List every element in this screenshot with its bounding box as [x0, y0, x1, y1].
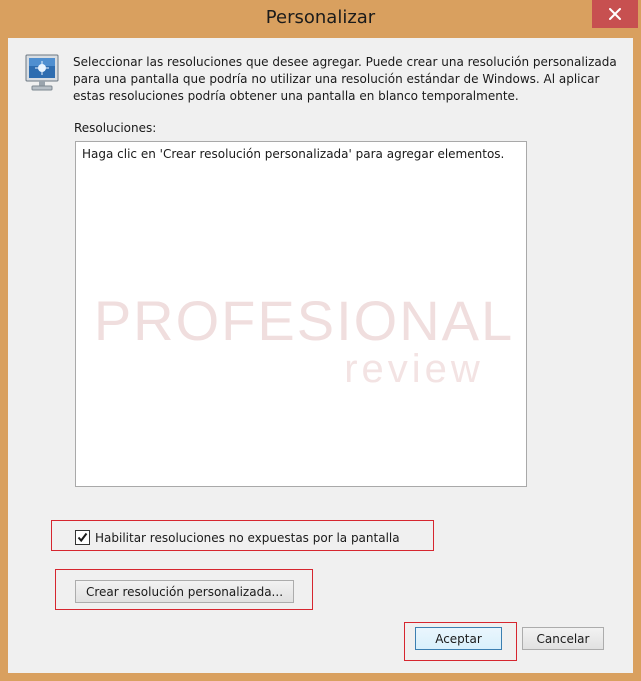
enable-unexposed-option[interactable]: Habilitar resoluciones no expuestas por … [75, 530, 400, 545]
description-line: Seleccionar las resoluciones que desee a… [73, 55, 617, 69]
accept-button[interactable]: Aceptar [415, 627, 502, 650]
description-text: Seleccionar las resoluciones que desee a… [73, 54, 617, 105]
dialog-client-area: Seleccionar las resoluciones que desee a… [8, 38, 633, 673]
monitor-icon [25, 54, 59, 91]
create-custom-resolution-button[interactable]: Crear resolución personalizada... [75, 580, 294, 603]
close-button[interactable] [592, 0, 638, 28]
close-icon [609, 8, 621, 20]
resolutions-listbox[interactable]: Haga clic en 'Crear resolución personali… [75, 141, 527, 487]
title-bar[interactable]: Personalizar [0, 0, 641, 38]
checkmark-icon [77, 532, 88, 543]
enable-unexposed-checkbox[interactable] [75, 530, 90, 545]
window-title: Personalizar [265, 7, 376, 28]
dialog-window: Personalizar Seleccionar las resolucione… [0, 0, 641, 681]
cancel-button[interactable]: Cancelar [522, 627, 604, 650]
enable-unexposed-label: Habilitar resoluciones no expuestas por … [95, 530, 400, 545]
watermark-bottom: review [344, 347, 484, 391]
watermark-logo: PROFESIONAL review [94, 289, 514, 391]
description-line: para una pantalla que podría no utilizar… [73, 72, 600, 86]
listbox-empty-hint: Haga clic en 'Crear resolución personali… [82, 147, 505, 161]
watermark-top: PROFESIONAL [94, 289, 514, 352]
description-line: estas resoluciones podría obtener una pa… [73, 89, 519, 103]
resolutions-label: Resoluciones: [74, 121, 157, 135]
